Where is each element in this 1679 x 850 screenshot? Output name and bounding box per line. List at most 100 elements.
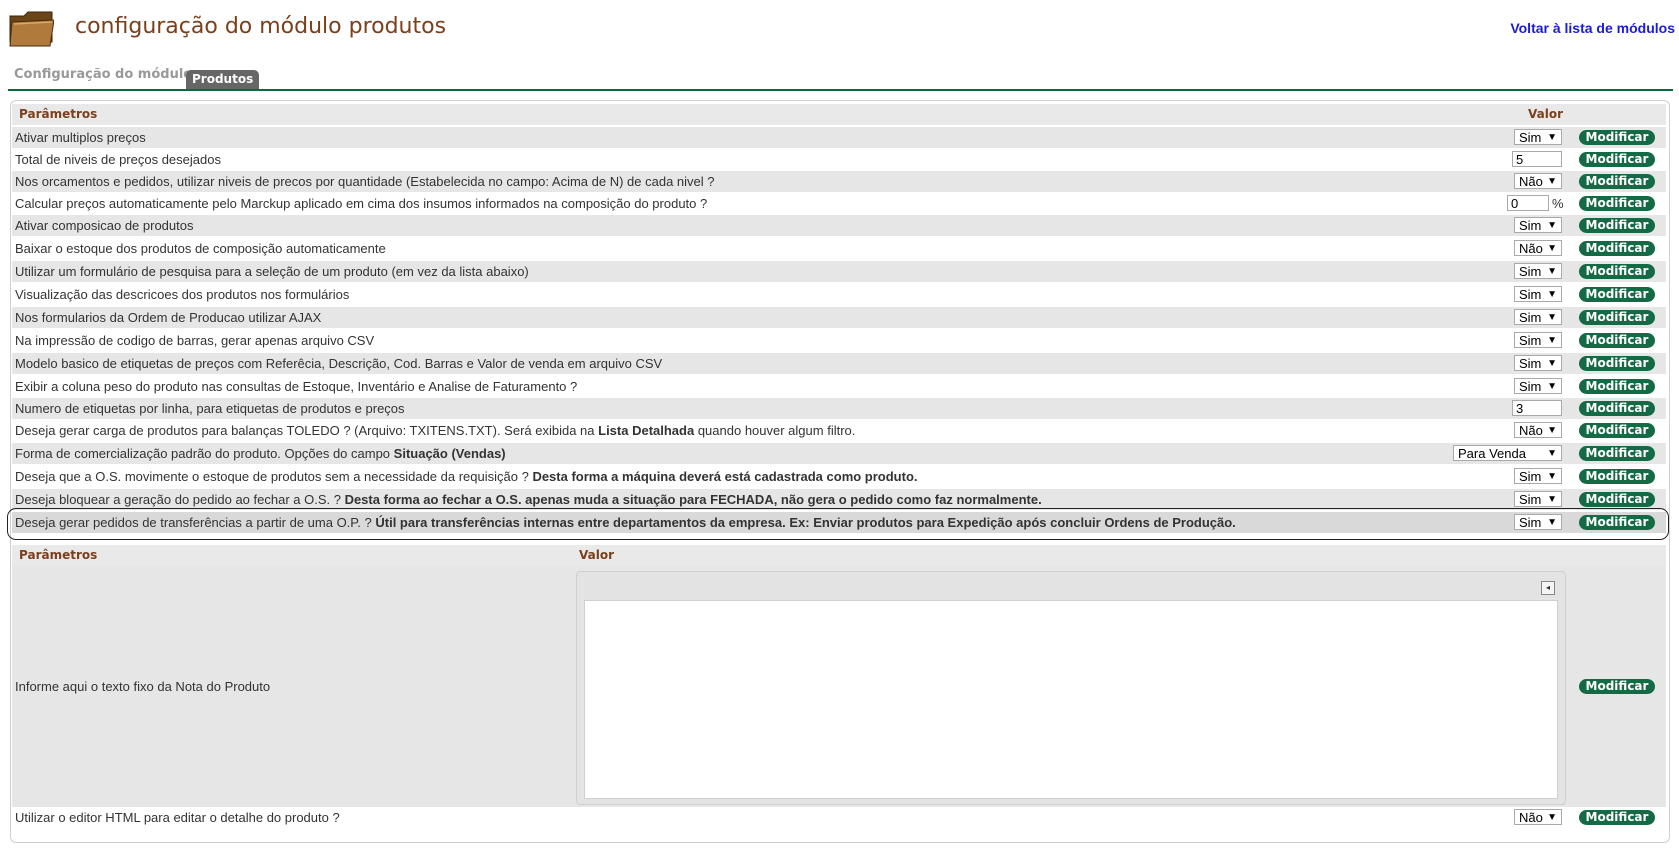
chevron-down-icon: ▼ — [1547, 132, 1557, 143]
modify-button[interactable]: Modificar — [1579, 401, 1655, 416]
table-row: Numero de etiquetas por linha, para etiq… — [12, 398, 1666, 419]
chevron-down-icon: ▼ — [1547, 471, 1557, 482]
value-select[interactable]: Sim ▼ — [1514, 332, 1562, 348]
chevron-down-icon: ▼ — [1547, 494, 1557, 505]
value-select[interactable]: Sim ▼ — [1514, 468, 1562, 484]
tab-module-config[interactable]: Configuração do módulo — [14, 67, 192, 82]
nota-text-area[interactable] — [584, 600, 1558, 799]
select-value: Sim — [1519, 379, 1542, 394]
table-row: Nos orcamentos e pedidos, utilizar nivei… — [12, 171, 1666, 192]
modify-button[interactable]: Modificar — [1579, 196, 1655, 211]
table-row-html-editor: Utilizar o editor HTML para editar o det… — [12, 807, 1666, 828]
back-to-modules-link[interactable]: Voltar à lista de módulos — [1510, 20, 1675, 36]
row-label-text: Deseja gerar carga de produtos para bala… — [15, 423, 599, 438]
row-label: Na impressão de codigo de barras, gerar … — [15, 330, 374, 351]
row-label: Deseja gerar carga de produtos para bala… — [15, 420, 855, 441]
value-select[interactable]: Sim ▼ — [1514, 286, 1562, 302]
value-select[interactable]: Para Venda ▼ — [1453, 445, 1562, 461]
value-select[interactable]: Sim ▼ — [1514, 378, 1562, 394]
value-select[interactable]: Sim ▼ — [1514, 309, 1562, 325]
folder-icon — [9, 11, 54, 47]
row-label: Total de niveis de preços desejados — [15, 149, 221, 170]
row-label: Baixar o estoque dos produtos de composi… — [15, 238, 386, 259]
row-label: Modelo basico de etiquetas de preços com… — [15, 353, 662, 374]
tab-produtos[interactable]: Produtos — [186, 70, 260, 89]
select-value: Sim — [1519, 287, 1542, 302]
row-label-text: Utilizar um formulário de pesquisa para … — [15, 264, 529, 279]
select-value: Para Venda — [1458, 446, 1526, 461]
modify-button[interactable]: Modificar — [1579, 287, 1655, 302]
chevron-down-icon: ▼ — [1547, 425, 1557, 436]
row-label-text: Ativar multiplos preços — [15, 130, 146, 145]
percent-suffix: % — [1552, 196, 1564, 211]
table-row: Exibir a coluna peso do produto nas cons… — [12, 376, 1666, 397]
row-label-text: Na impressão de codigo de barras, gerar … — [15, 333, 375, 348]
modify-button[interactable]: Modificar — [1579, 356, 1655, 371]
row-label-text: Nos orcamentos e pedidos, utilizar nivei… — [15, 174, 715, 189]
value-input[interactable]: 3 — [1512, 400, 1562, 416]
row-label: Deseja bloquear a geração do pedido ao f… — [15, 489, 1042, 510]
row-label: Nos orcamentos e pedidos, utilizar nivei… — [15, 171, 715, 192]
value-select[interactable]: Não ▼ — [1514, 422, 1562, 438]
select-value: Sim — [1519, 333, 1542, 348]
value-select[interactable]: Sim ▼ — [1514, 263, 1562, 279]
modify-button[interactable]: Modificar — [1579, 152, 1655, 167]
value-select[interactable]: Sim ▼ — [1514, 129, 1562, 145]
modify-button[interactable]: Modificar — [1579, 333, 1655, 348]
modify-button[interactable]: Modificar — [1579, 810, 1655, 825]
row-label: Ativar multiplos preços — [15, 127, 146, 148]
table-row: Calcular preços automaticamente pelo Mar… — [12, 193, 1666, 214]
table-row: Modelo basico de etiquetas de preços com… — [12, 353, 1666, 374]
select-value: Sim — [1519, 264, 1542, 279]
chevron-down-icon: ▼ — [1547, 812, 1557, 823]
header-valor: Valor — [1528, 107, 1564, 121]
table-header: Parâmetros Valor — [12, 104, 1666, 125]
row-label-text: Forma de comercialização padrão do produ… — [15, 446, 394, 461]
row-label: Nos formularios da Ordem de Producao uti… — [15, 307, 321, 328]
table-row: Ativar multiplos preços Sim ▼ Modificar — [12, 127, 1666, 148]
modify-button[interactable]: Modificar — [1579, 423, 1655, 438]
table-row: Baixar o estoque dos produtos de composi… — [12, 238, 1666, 259]
value-select[interactable]: Não ▼ — [1514, 240, 1562, 256]
chevron-down-icon: ▼ — [1547, 448, 1557, 459]
table-row: Na impressão de codigo de barras, gerar … — [12, 330, 1666, 351]
value-select[interactable]: Sim ▼ — [1514, 355, 1562, 371]
value-select[interactable]: Não ▼ — [1514, 809, 1562, 825]
row-label-text: Deseja bloquear a geração do pedido ao f… — [15, 492, 345, 507]
modify-button[interactable]: Modificar — [1579, 379, 1655, 394]
chevron-down-icon: ▼ — [1547, 220, 1557, 231]
value-select[interactable]: Sim ▼ — [1514, 217, 1562, 233]
chevron-down-icon: ▼ — [1547, 312, 1557, 323]
modify-button[interactable]: Modificar — [1579, 492, 1655, 507]
table-row: Deseja bloquear a geração do pedido ao f… — [12, 489, 1666, 510]
row-label: Utilizar um formulário de pesquisa para … — [15, 261, 529, 282]
value-select[interactable]: Não ▼ — [1514, 173, 1562, 189]
select-value: Sim — [1519, 130, 1542, 145]
value-input[interactable]: 5 — [1512, 151, 1562, 167]
page-title: configuração do módulo produtos — [75, 14, 447, 39]
value-select[interactable]: Sim ▼ — [1514, 491, 1562, 507]
modify-button[interactable]: Modificar — [1579, 241, 1655, 256]
modify-button[interactable]: Modificar — [1579, 446, 1655, 461]
modify-button[interactable]: Modificar — [1579, 469, 1655, 484]
chevron-down-icon: ▼ — [1547, 266, 1557, 277]
modify-button[interactable]: Modificar — [1579, 218, 1655, 233]
select-value: Não — [1519, 423, 1543, 438]
row-label-text: Visualização das descricoes dos produtos… — [15, 287, 350, 302]
header-parametros-2: Parâmetros — [19, 548, 98, 562]
tab-bar: Configuração do módulo Produtos — [0, 62, 1679, 92]
chevron-down-icon: ▼ — [1547, 243, 1557, 254]
table-row: Deseja que a O.S. movimente o estoque de… — [12, 466, 1666, 487]
modify-button[interactable]: Modificar — [1579, 679, 1655, 694]
modify-button[interactable]: Modificar — [1579, 174, 1655, 189]
select-value: Não — [1519, 174, 1543, 189]
modify-button[interactable]: Modificar — [1579, 130, 1655, 145]
row-label-bold: Desta forma a máquina deverá está cadast… — [532, 469, 918, 484]
collapse-toolbar-icon[interactable]: ◂ — [1541, 581, 1555, 595]
row-label: Forma de comercialização padrão do produ… — [15, 443, 506, 464]
header-valor-2: Valor — [579, 548, 615, 562]
modify-button[interactable]: Modificar — [1579, 264, 1655, 279]
modify-button[interactable]: Modificar — [1579, 310, 1655, 325]
value-input[interactable]: 0 — [1507, 195, 1549, 211]
row-label-text: Calcular preços automaticamente pelo Mar… — [15, 196, 708, 211]
